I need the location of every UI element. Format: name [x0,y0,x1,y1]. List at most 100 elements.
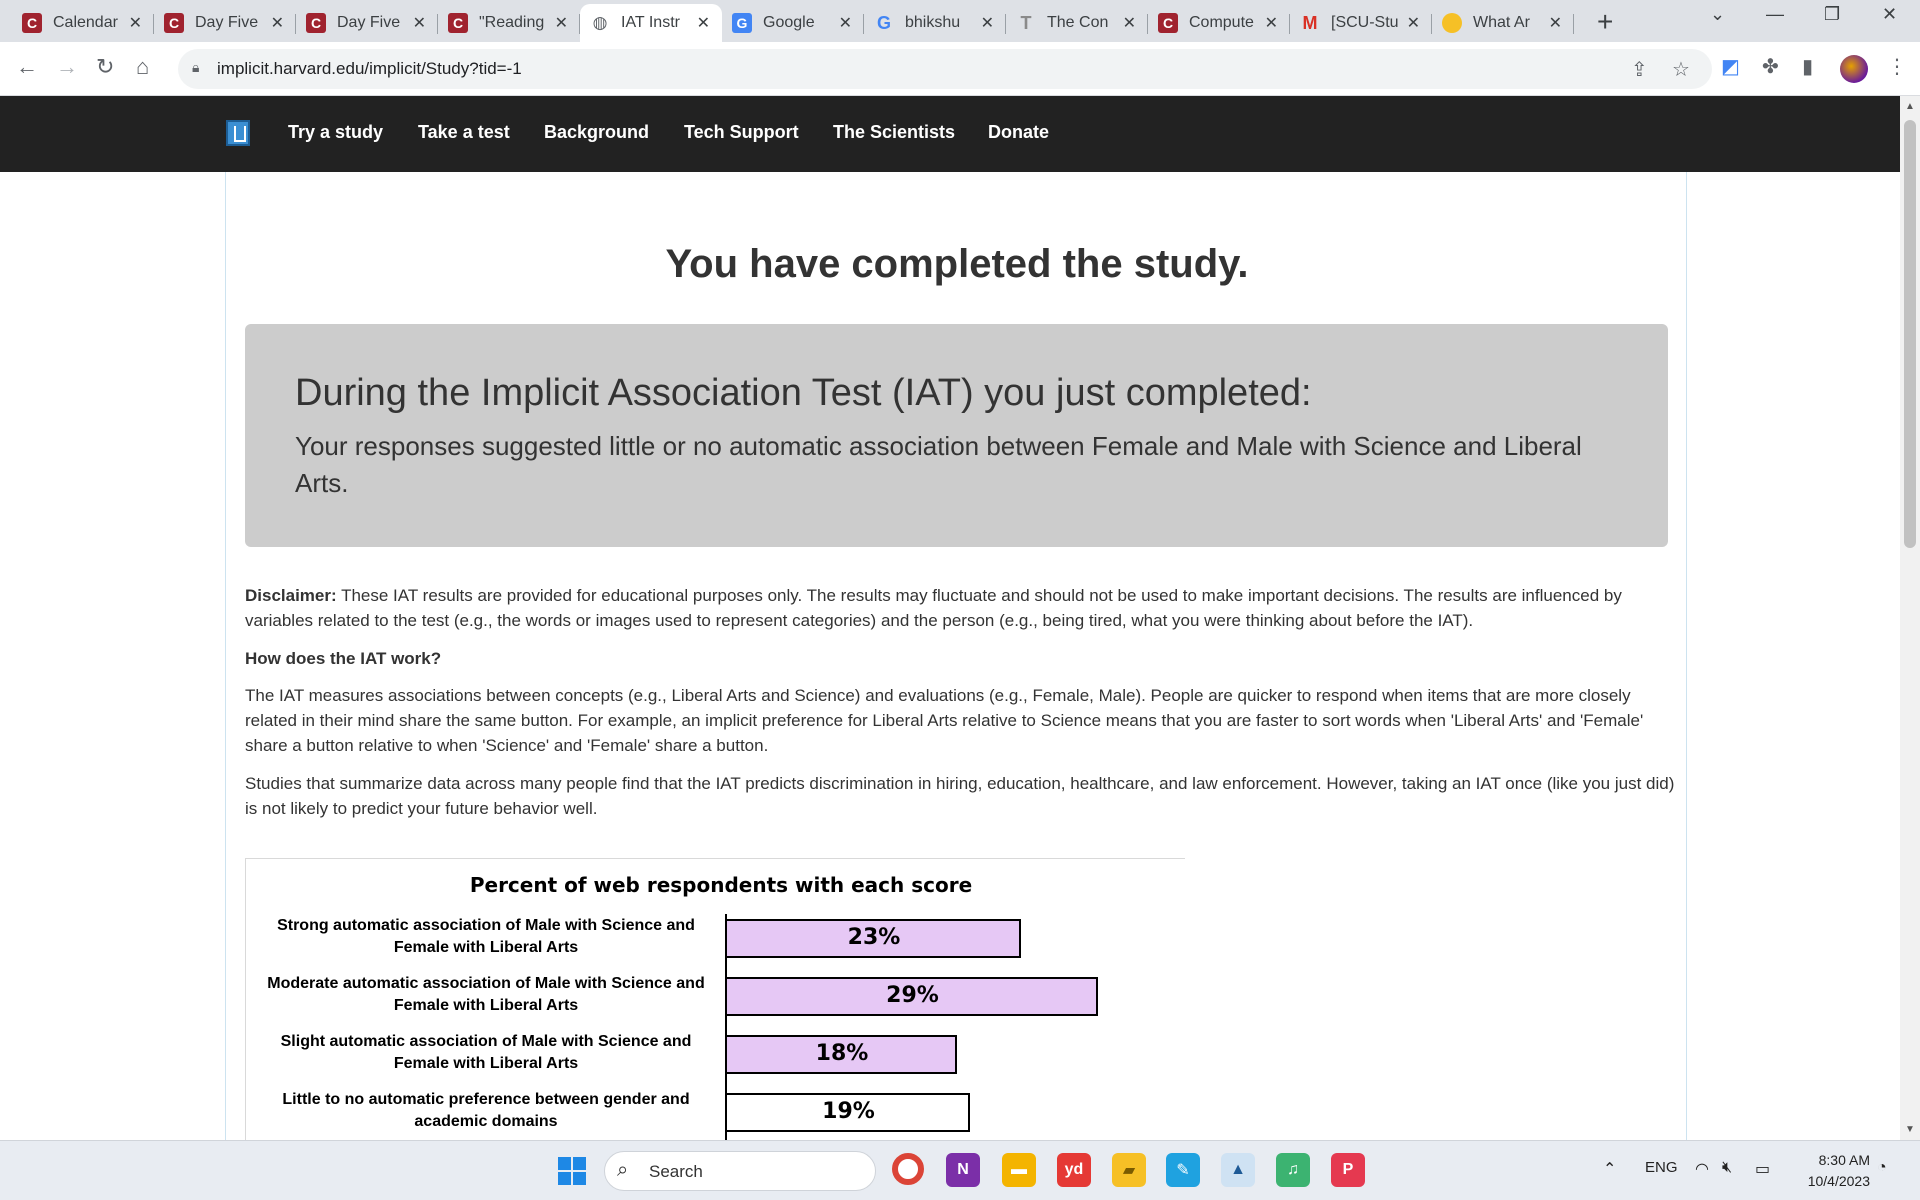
tab-close-icon[interactable]: ✕ [1549,13,1562,33]
browser-tab[interactable]: C Day Five ✕ [154,4,296,42]
pdf-reader-icon[interactable]: P [1331,1153,1365,1187]
tab-close-icon[interactable]: ✕ [555,13,568,33]
tab-close-icon[interactable]: ✕ [129,13,142,33]
wifi-icon[interactable]: ◠ [1695,1159,1709,1179]
browser-tab[interactable]: ◍ IAT Instr ✕ [580,4,722,42]
lock-icon[interactable]: 🔒︎ [192,59,199,76]
gmail-icon: M [1302,12,1318,33]
close-window-button[interactable]: ✕ [1882,4,1897,25]
taskbar-search[interactable]: ⌕ Search [604,1151,876,1191]
tab-title: Calendar [53,14,118,31]
result-heading: During the Implicit Association Test (IA… [295,372,1312,414]
canvas-icon: C [1158,13,1178,33]
side-panel-icon[interactable]: ▮ [1802,54,1813,79]
tab-close-icon[interactable]: ✕ [1123,13,1136,33]
site-navbar: Try a study Take a test Background Tech … [0,96,1900,172]
menu-kebab-icon[interactable]: ⋮ [1887,54,1907,79]
image-viewer-icon[interactable]: ▲ [1221,1153,1255,1187]
tab-search-chevron-icon[interactable]: ⌄ [1710,4,1725,25]
file-explorer-icon[interactable]: ▬ [1002,1153,1036,1187]
back-arrow-icon[interactable]: ← [16,54,38,80]
minimize-button[interactable]: — [1766,4,1784,25]
google-translate-extension-icon[interactable]: ◩ [1721,54,1740,79]
onenote-icon[interactable]: N [946,1153,980,1187]
nav-tech-support[interactable]: Tech Support [684,122,799,143]
nav-the-scientists[interactable]: The Scientists [833,122,955,143]
disclaimer-text: These IAT results are provided for educa… [245,586,1622,630]
taskbar-search-placeholder: Search [649,1162,703,1181]
url-text[interactable]: implicit.harvard.edu/implicit/Study?tid=… [217,59,522,79]
reload-icon[interactable]: ↻ [96,54,114,80]
browser-tab[interactable]: C "Reading ✕ [438,4,580,42]
scroll-down-arrow-icon[interactable]: ▼ [1905,1124,1915,1135]
forward-arrow-icon[interactable]: → [56,54,78,80]
nav-donate[interactable]: Donate [988,122,1049,143]
tumblr-icon: T [1020,12,1032,33]
browser-tab[interactable]: C Compute ✕ [1148,4,1290,42]
canvas-icon: C [22,13,42,33]
disclaimer-paragraph: Disclaimer: These IAT results are provid… [245,583,1675,633]
profile-avatar[interactable] [1840,55,1868,83]
tray-overflow-chevron-icon[interactable]: ⌃ [1603,1159,1616,1179]
tab-close-icon[interactable]: ✕ [413,13,426,33]
how-heading: How does the IAT work? [245,649,442,668]
bookmark-star-icon[interactable]: ☆ [1672,57,1690,82]
tab-close-icon[interactable]: ✕ [1265,13,1278,33]
canvas-icon: C [164,13,184,33]
google-translate-icon: G [732,13,752,33]
browser-tab[interactable]: M [SCU-Stu ✕ [1290,4,1432,42]
tab-close-icon[interactable]: ✕ [697,13,710,33]
windows-start-icon[interactable] [558,1157,586,1185]
sticky-notes-icon[interactable]: ▰ [1112,1153,1146,1187]
scroll-up-arrow-icon[interactable]: ▲ [1905,101,1915,112]
nav-background[interactable]: Background [544,122,649,143]
share-icon[interactable]: ⇪ [1631,57,1648,82]
score-distribution-chart: Percent of web respondents with each sco… [245,858,1185,1159]
tab-title: Day Five [195,14,259,31]
system-clock[interactable]: 8:30 AM 10/4/2023 [1790,1150,1870,1192]
page-title: You have completed the study. [665,242,1249,286]
browser-tab[interactable]: C Calendar ✕ [12,4,154,42]
content-container: You have completed the study. During the… [225,172,1687,1159]
nav-try-a-study[interactable]: Try a study [288,122,383,143]
chart-value-label: 23% [847,925,901,950]
browser-tab[interactable]: C Day Five ✕ [296,4,438,42]
google-icon: G [876,12,891,33]
result-panel: During the Implicit Association Test (IA… [245,324,1668,547]
tab-title: The Con [1047,14,1109,31]
nav-take-a-test[interactable]: Take a test [418,122,510,143]
project-implicit-logo[interactable] [226,120,250,146]
canvas-icon: C [448,13,468,33]
browser-tab[interactable]: Gbhikshu ✕ [864,4,1006,42]
windows-taskbar: ⌕ Search N ▬ yd ▰ ✎ ▲ ♫ P ⌃ ENG ◠ 🔇︎ ▭ 8… [0,1140,1920,1200]
notification-bell-icon[interactable]: ◔ [1877,1159,1887,1177]
chart-category-label: Little to no automatic preference betwee… [282,1091,690,1130]
how-text: The IAT measures associations between co… [245,686,1644,755]
tab-close-icon[interactable]: ✕ [839,13,852,33]
battery-icon[interactable]: ▭ [1755,1159,1770,1179]
tab-title: "Reading [479,14,545,31]
volume-muted-icon[interactable]: 🔇︎ [1722,1159,1732,1177]
tab-close-icon[interactable]: ✕ [981,13,994,33]
browser-tab[interactable]: T The Con ✕ [1006,4,1148,42]
chart-category-label: Strong automatic association of Male wit… [277,917,695,956]
language-indicator[interactable]: ENG [1645,1159,1678,1176]
restore-button[interactable]: ❐ [1824,4,1840,25]
home-icon[interactable]: ⌂ [136,54,149,80]
emoji-icon [1442,13,1462,33]
youdao-icon[interactable]: yd [1057,1153,1091,1187]
new-tab-button[interactable]: + [1597,6,1613,38]
address-bar[interactable]: 🔒︎ implicit.harvard.edu/implicit/Study?t… [178,49,1712,89]
browser-tab[interactable]: G Google ✕ [722,4,864,42]
tab-close-icon[interactable]: ✕ [271,13,284,33]
music-app-icon[interactable]: ♫ [1276,1153,1310,1187]
page-scrollbar[interactable]: ▲ ▼ [1900,96,1920,1140]
chart-category-label: Slight automatic association of Male wit… [280,1033,692,1072]
chrome-icon[interactable] [892,1153,924,1185]
scrollbar-thumb[interactable] [1904,120,1916,548]
extensions-puzzle-icon[interactable]: ✤ [1762,54,1779,79]
canvas-icon: C [306,13,326,33]
tab-close-icon[interactable]: ✕ [1407,13,1420,33]
pen-app-icon[interactable]: ✎ [1166,1153,1200,1187]
browser-tab[interactable]: What Ar ✕ [1432,4,1574,42]
